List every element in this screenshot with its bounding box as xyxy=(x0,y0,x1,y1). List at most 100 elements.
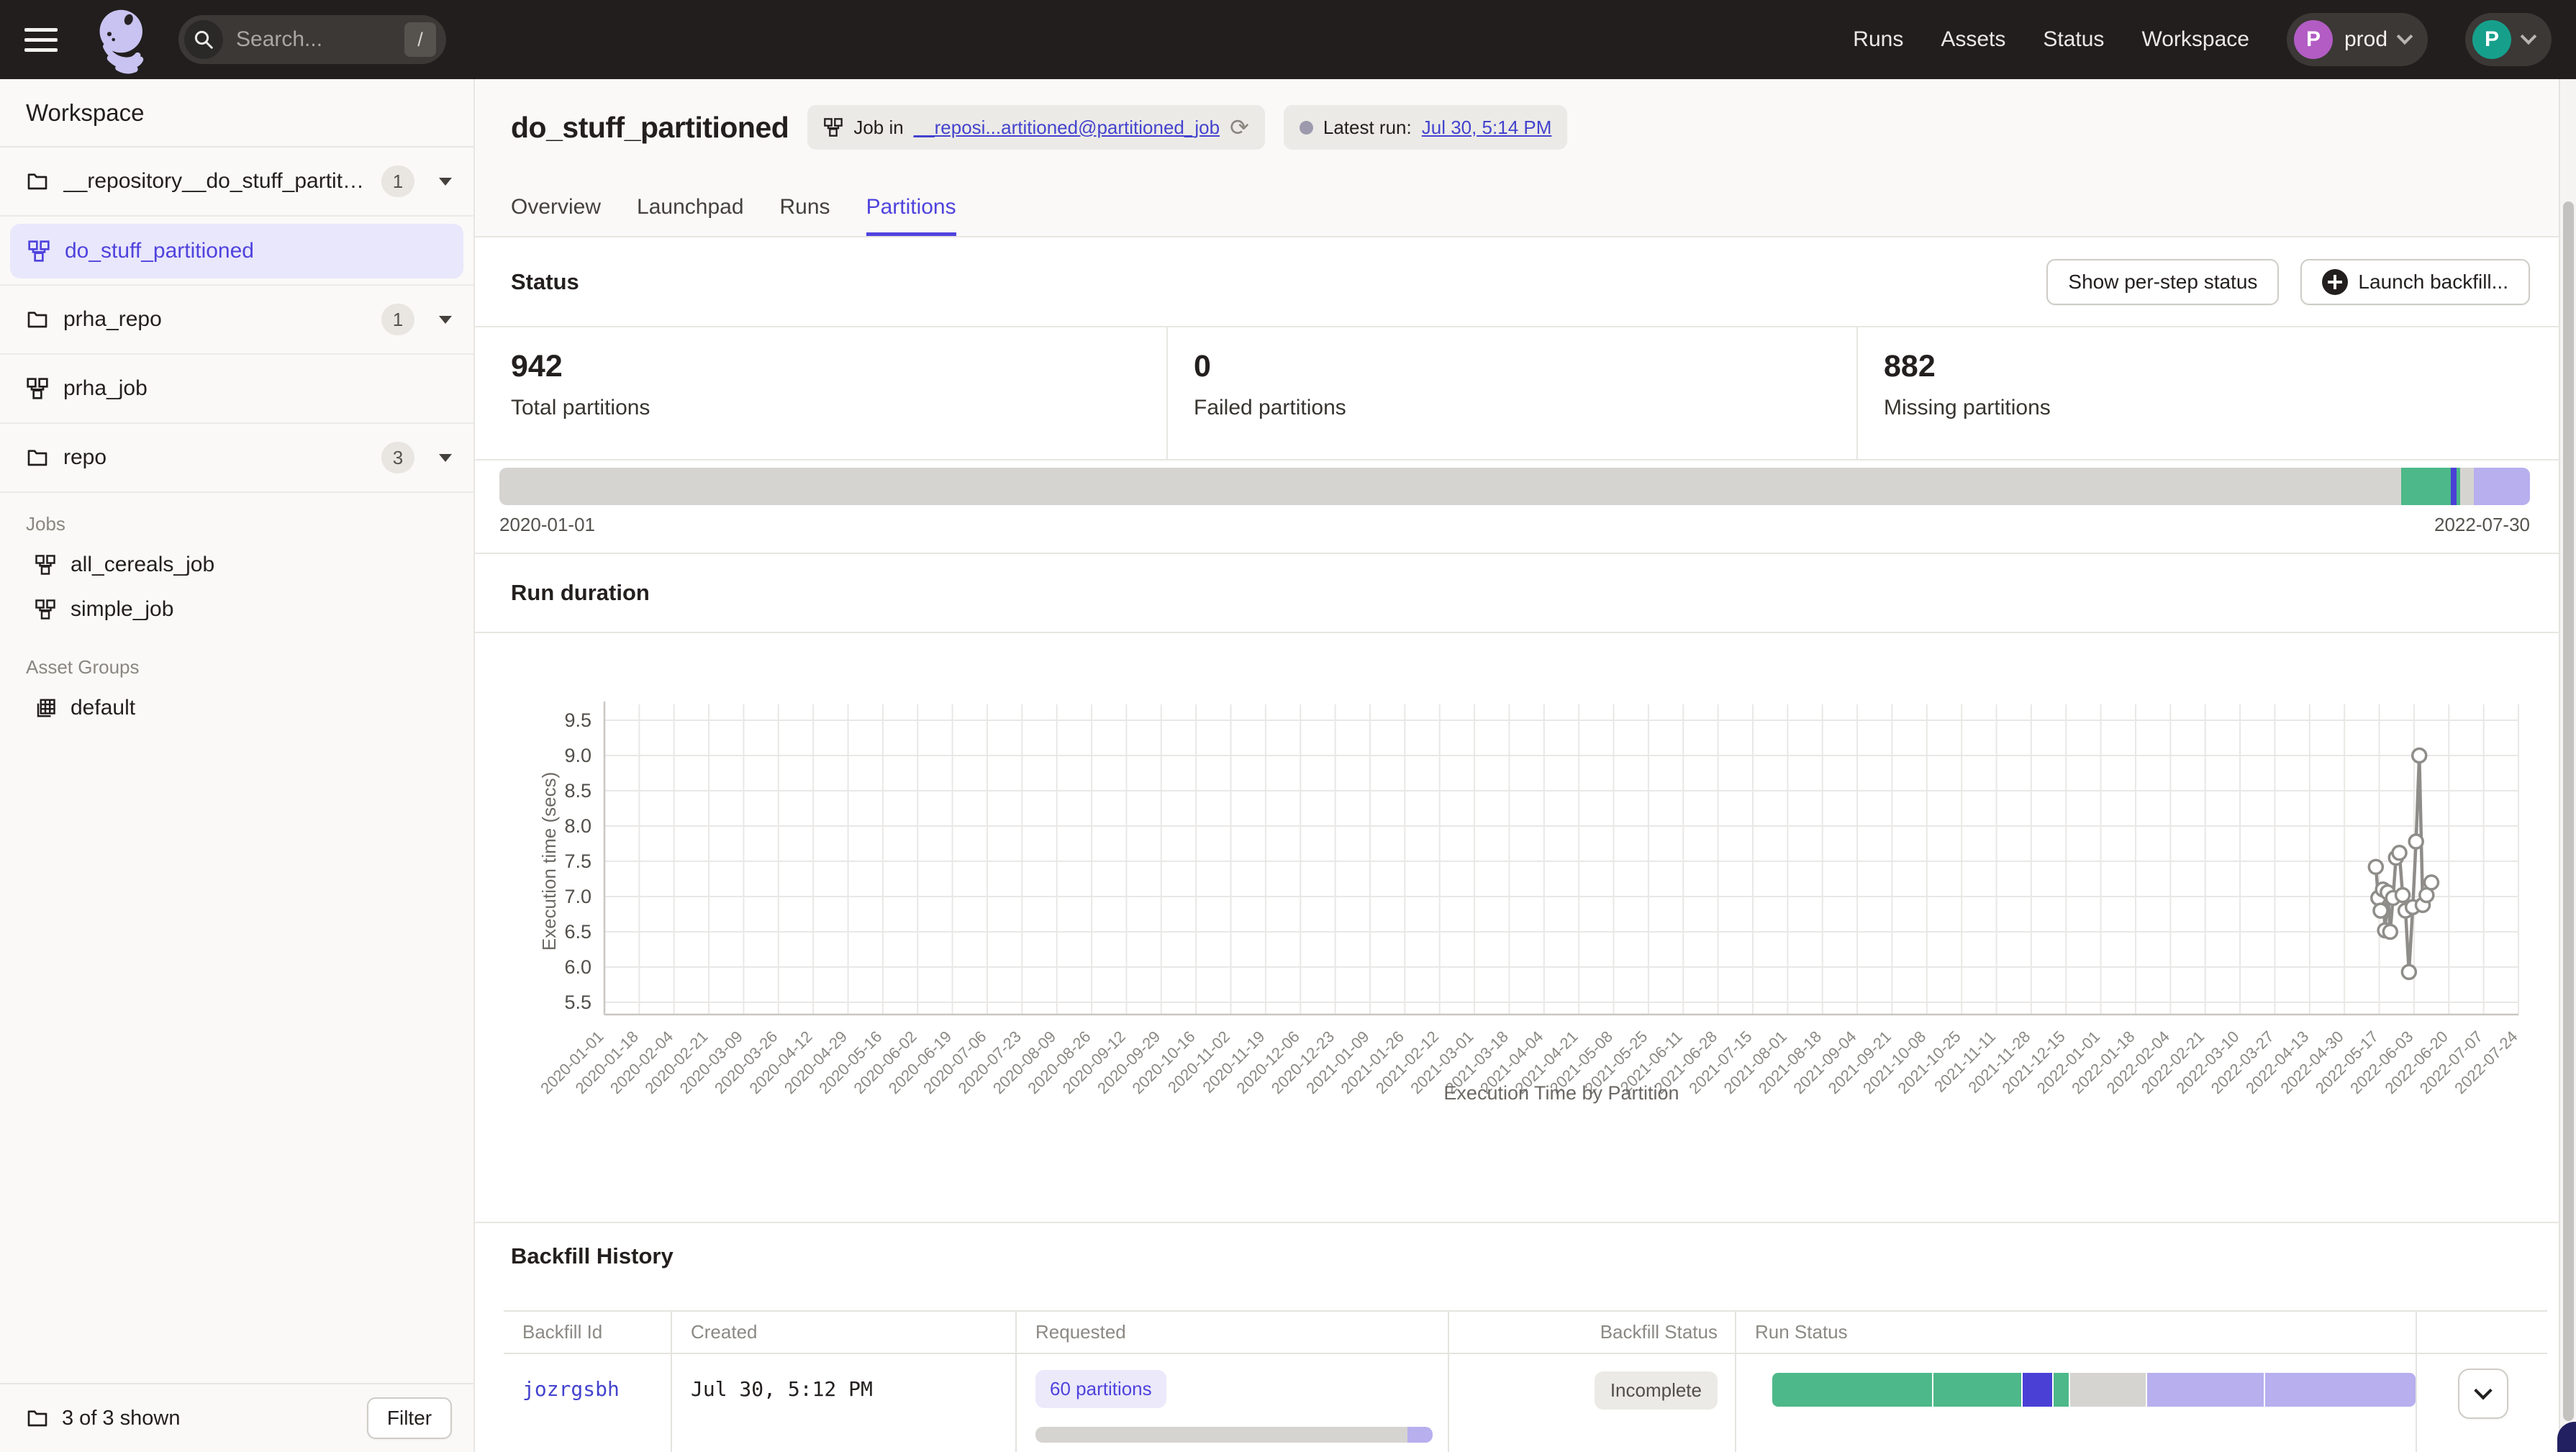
job-icon xyxy=(823,117,843,137)
partition-bar-dates: 2020-01-01 2022-07-30 xyxy=(499,514,2530,536)
job-location-tag: Job in __reposi...artitioned@partitioned… xyxy=(807,105,1265,150)
sidebar-item-prha-job[interactable]: prha_job xyxy=(0,355,473,424)
app-window: Search... / Runs Assets Status Workspace… xyxy=(0,0,2576,1452)
title-row: do_stuff_partitioned Job in __reposi...a… xyxy=(475,79,2559,150)
backfill-status-badge: Incomplete xyxy=(1595,1371,1718,1410)
tab-runs[interactable]: Runs xyxy=(780,195,830,236)
show-per-step-status-button[interactable]: Show per-step status xyxy=(2046,259,2279,305)
backfill-table-header: Backfill Id Created Requested Backfill S… xyxy=(504,1310,2547,1354)
table-row: jozrgsbh Jul 30, 5:12 PM 60 partitions 2… xyxy=(504,1354,2547,1452)
search-input[interactable]: Search... / xyxy=(178,15,446,64)
page-header: do_stuff_partitioned Job in __reposi...a… xyxy=(475,79,2559,237)
shown-count-text: 3 of 3 shown xyxy=(62,1407,354,1430)
svg-text:8.5: 8.5 xyxy=(564,780,591,802)
partition-status-bar[interactable] xyxy=(499,468,2530,505)
nav-workspace[interactable]: Workspace xyxy=(2141,27,2249,52)
sidebar-title: Workspace xyxy=(0,79,473,148)
partition-status-section: 2020-01-01 2022-07-30 xyxy=(475,460,2559,554)
jobs-section: Jobs all_cereals_job simple_job xyxy=(0,493,473,636)
workspace-sidebar: Workspace __repository__do_stuff_partiti… xyxy=(0,79,475,1452)
svg-text:7.5: 7.5 xyxy=(564,850,591,872)
run-status-dot-icon xyxy=(1300,121,1313,135)
cell-backfill-id: jozrgsbh xyxy=(504,1354,672,1452)
sidebar-item-do-stuff-partitioned-wrap: do_stuff_partitioned xyxy=(0,217,473,286)
cell-created: Jul 30, 5:12 PM xyxy=(672,1354,1017,1452)
job-icon xyxy=(27,240,50,263)
backfill-history-title: Backfill History xyxy=(475,1223,2559,1269)
job-in-label: Job in xyxy=(853,117,903,139)
tab-launchpad[interactable]: Launchpad xyxy=(637,195,743,236)
sidebar-item-default-asset-group[interactable]: default xyxy=(0,686,473,730)
folder-icon xyxy=(26,1407,49,1430)
tab-partitions[interactable]: Partitions xyxy=(866,195,956,236)
requested-progress-bar xyxy=(1035,1427,1433,1443)
partition-start-date: 2020-01-01 xyxy=(499,514,595,536)
nav-runs[interactable]: Runs xyxy=(1853,27,1903,52)
filter-button[interactable]: Filter xyxy=(367,1397,452,1439)
job-icon xyxy=(26,377,49,400)
deployment-switcher[interactable]: P prod xyxy=(2287,13,2428,66)
partition-stats-row: 942 Total partitions 0 Failed partitions… xyxy=(475,327,2559,460)
count-badge: 3 xyxy=(381,442,414,473)
sidebar-item-repository[interactable]: __repository__do_stuff_partitio... 1 xyxy=(0,148,473,217)
job-icon xyxy=(35,554,56,576)
svg-text:Execution Time by Partition: Execution Time by Partition xyxy=(1443,1082,1679,1104)
run-duration-header: Run duration xyxy=(475,554,2559,633)
scrollbar-thumb[interactable] xyxy=(2563,201,2574,1421)
deployment-avatar: P xyxy=(2294,20,2333,59)
svg-text:6.0: 6.0 xyxy=(564,956,591,978)
nav-status[interactable]: Status xyxy=(2043,27,2104,52)
expand-caret-icon[interactable] xyxy=(439,316,452,324)
partition-end-date: 2022-07-30 xyxy=(2434,514,2530,536)
vertical-scrollbar xyxy=(2559,79,2576,1452)
col-run-status: Run Status xyxy=(1736,1312,2417,1353)
page-title: do_stuff_partitioned xyxy=(511,111,789,145)
nav-assets[interactable]: Assets xyxy=(1941,27,2005,52)
status-section-title: Status xyxy=(511,269,2046,295)
cell-backfill-status: Incomplete xyxy=(1449,1354,1736,1452)
requested-partitions-pill[interactable]: 60 partitions xyxy=(1035,1370,1166,1408)
sidebar-item-prha-repo[interactable]: prha_repo 1 xyxy=(0,286,473,355)
main-content: do_stuff_partitioned Job in __reposi...a… xyxy=(475,79,2559,1452)
expand-caret-icon[interactable] xyxy=(439,454,452,462)
asset-groups-section-label: Asset Groups xyxy=(26,656,473,679)
user-menu[interactable]: P xyxy=(2465,13,2552,66)
latest-run-tag: Latest run: Jul 30, 5:14 PM xyxy=(1284,105,1568,150)
plus-circle-icon xyxy=(2322,269,2348,295)
latest-run-link[interactable]: Jul 30, 5:14 PM xyxy=(1422,117,1552,139)
sidebar-item-all-cereals-job[interactable]: all_cereals_job xyxy=(0,543,473,587)
col-actions xyxy=(2417,1312,2547,1353)
search-shortcut-key: / xyxy=(404,22,436,57)
svg-text:7.0: 7.0 xyxy=(564,886,591,907)
cell-actions xyxy=(2417,1354,2547,1452)
folder-icon xyxy=(26,170,49,193)
topbar-right: Runs Assets Status Workspace P prod P xyxy=(1853,13,2552,66)
job-location-link[interactable]: __reposi...artitioned@partitioned_job xyxy=(914,117,1220,139)
tab-overview[interactable]: Overview xyxy=(511,195,601,236)
run-status-bar[interactable] xyxy=(1772,1373,2416,1407)
dagster-logo-icon[interactable] xyxy=(92,5,158,74)
status-header-row: Status Show per-step status Launch backf… xyxy=(475,237,2559,327)
launch-backfill-button[interactable]: Launch backfill... xyxy=(2300,259,2530,305)
reload-icon[interactable]: ⟳ xyxy=(1230,114,1249,141)
sidebar-item-do-stuff-partitioned[interactable]: do_stuff_partitioned xyxy=(10,224,463,278)
run-duration-chart: 2020-01-012020-01-182020-02-042020-02-21… xyxy=(475,633,2559,1223)
sidebar-item-repo[interactable]: repo 3 xyxy=(0,424,473,493)
user-avatar: P xyxy=(2472,20,2511,59)
search-placeholder: Search... xyxy=(223,27,404,52)
deployment-label: prod xyxy=(2344,27,2387,52)
cell-requested: 60 partitions 2020-01-01 2022-07-30 xyxy=(1017,1354,1449,1452)
hamburger-menu-icon[interactable] xyxy=(24,16,72,63)
chevron-down-icon xyxy=(2474,1381,2492,1399)
run-duration-title: Run duration xyxy=(511,580,650,606)
chevron-down-icon xyxy=(2397,28,2413,45)
sidebar-item-simple-job[interactable]: simple_job xyxy=(0,587,473,632)
expand-caret-icon[interactable] xyxy=(439,178,452,186)
count-badge: 1 xyxy=(381,304,414,335)
backfill-id-link[interactable]: jozrgsbh xyxy=(522,1377,620,1401)
row-expand-button[interactable] xyxy=(2458,1369,2508,1419)
col-backfill-id: Backfill Id xyxy=(504,1312,672,1353)
stat-failed-partitions: 0 Failed partitions xyxy=(1168,327,1858,459)
svg-text:6.5: 6.5 xyxy=(564,921,591,943)
svg-text:8.0: 8.0 xyxy=(564,815,591,837)
